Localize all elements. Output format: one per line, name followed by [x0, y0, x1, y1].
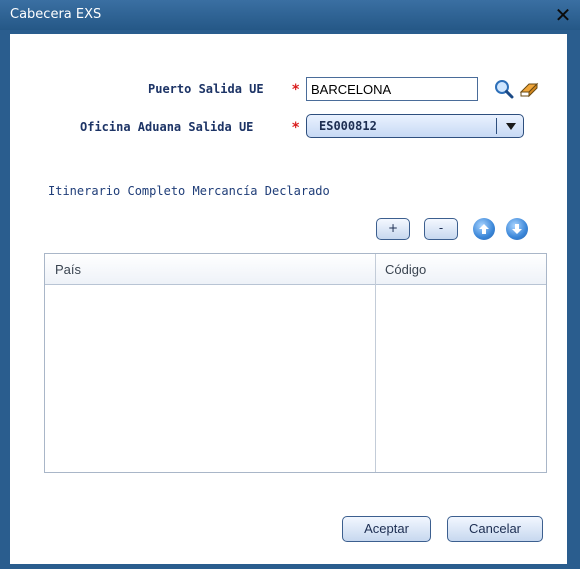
dialog-title: Cabecera EXS: [10, 7, 102, 22]
column-divider: [375, 254, 376, 472]
title-bar[interactable]: Cabecera EXS ✕: [0, 0, 580, 30]
move-down-icon[interactable]: [506, 218, 528, 240]
required-asterisk: *: [292, 120, 300, 136]
search-icon[interactable]: [494, 79, 514, 103]
dialog-window: Cabecera EXS ✕ Puerto Salida UE * Oficin…: [0, 0, 580, 569]
column-header-pais[interactable]: País: [55, 262, 81, 277]
add-row-button[interactable]: +: [376, 218, 410, 240]
oficina-aduana-value: ES000812: [319, 119, 377, 133]
close-icon[interactable]: ✕: [552, 4, 574, 26]
select-divider: [496, 118, 497, 134]
itinerary-title: Itinerario Completo Mercancía Declarado: [48, 184, 330, 198]
eraser-icon[interactable]: [519, 80, 539, 102]
cancel-button[interactable]: Cancelar: [447, 516, 543, 542]
required-asterisk: *: [292, 82, 300, 98]
move-up-icon[interactable]: [473, 218, 495, 240]
table-header: País Código: [45, 254, 546, 285]
puerto-salida-input[interactable]: [306, 77, 478, 101]
itinerary-table: País Código: [44, 253, 547, 473]
oficina-aduana-label: Oficina Aduana Salida UE: [80, 120, 254, 134]
remove-row-button[interactable]: -: [424, 218, 458, 240]
column-header-codigo[interactable]: Código: [385, 262, 426, 277]
chevron-down-icon[interactable]: [506, 123, 516, 130]
dialog-body: Puerto Salida UE * Oficina Aduana Salida…: [10, 34, 567, 564]
puerto-salida-label: Puerto Salida UE: [148, 82, 264, 96]
accept-button[interactable]: Aceptar: [342, 516, 431, 542]
oficina-aduana-select[interactable]: ES000812: [306, 114, 524, 138]
